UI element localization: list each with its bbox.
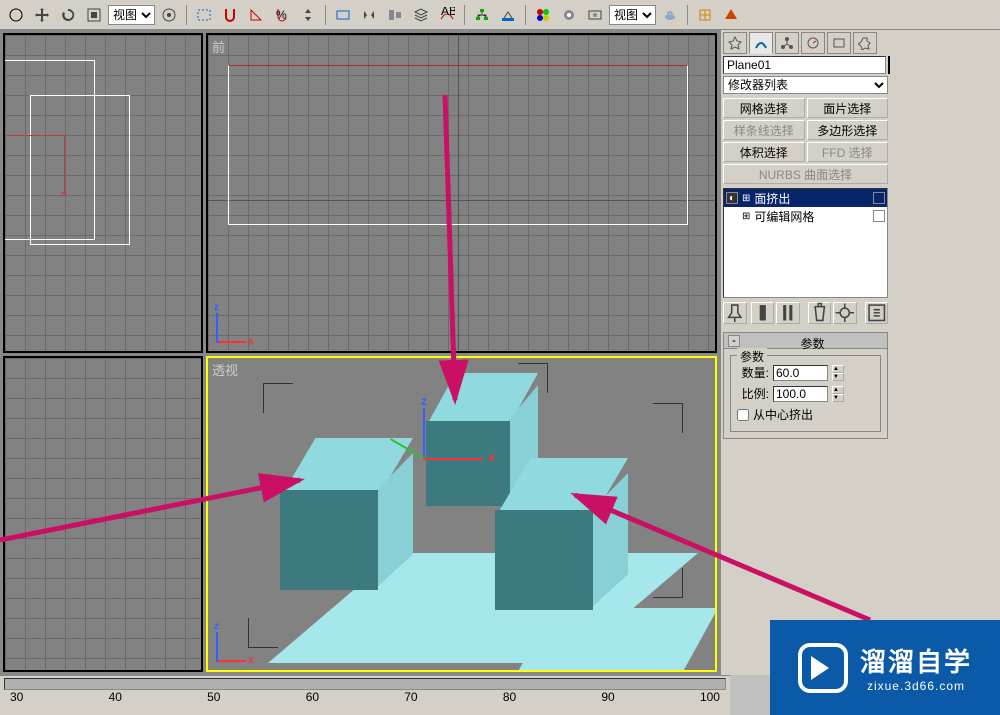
viewport-front[interactable]: 前 x z [206, 33, 717, 353]
mat-editor-icon[interactable] [531, 3, 555, 27]
tab-modify[interactable] [749, 32, 773, 54]
snap-toggle[interactable] [218, 3, 242, 27]
viewport-top-left[interactable] [3, 33, 203, 353]
label-amount: 数量: [737, 364, 769, 381]
play-icon [798, 643, 848, 693]
modifier-stack-item[interactable]: ◐ ⊞ 面挤出 [724, 189, 887, 207]
perspective-scene [208, 358, 715, 670]
time-tool[interactable] [496, 3, 520, 27]
spinner-amount[interactable]: ▲▼ [832, 365, 844, 381]
tab-utilities[interactable] [853, 32, 877, 54]
command-tabs [723, 32, 888, 54]
layers-tool[interactable] [409, 3, 433, 27]
viewport-persp-label: 透视 [212, 360, 238, 379]
tab-create[interactable] [723, 32, 747, 54]
btn-ffd-select: FFD 选择 [807, 142, 889, 162]
configure-icon[interactable] [833, 302, 857, 324]
ruler-tick: 80 [503, 690, 516, 704]
input-amount[interactable] [773, 365, 828, 381]
main-toolbar: 视图 % ABC 视图 [0, 0, 1000, 30]
move-tool[interactable] [30, 3, 54, 27]
object-name-field[interactable] [723, 56, 886, 74]
schematic-icon[interactable] [470, 3, 494, 27]
svg-text:ABC: ABC [441, 7, 455, 18]
ref-coord-dropdown[interactable]: 视图 [108, 5, 155, 25]
show-result-icon[interactable] [751, 302, 775, 324]
btn-vol-select[interactable]: 体积选择 [723, 142, 805, 162]
rollout-params-header[interactable]: 参数 [724, 333, 887, 349]
spinner-snap[interactable] [296, 3, 320, 27]
render-frame-icon[interactable] [583, 3, 607, 27]
btn-nurbs-select: NURBS 曲面选择 [723, 164, 888, 184]
utility1-icon[interactable] [693, 3, 717, 27]
checkbox-center-extrude[interactable]: 从中心挤出 [737, 406, 874, 423]
ruler-tick: 60 [306, 690, 319, 704]
quick-render-icon[interactable] [658, 3, 682, 27]
angle-snap[interactable] [244, 3, 268, 27]
tab-display[interactable] [827, 32, 851, 54]
stack-options-icon[interactable] [865, 302, 889, 324]
viewport-perspective[interactable]: 透视 [206, 356, 717, 672]
curve-editor-icon[interactable]: ABC [435, 3, 459, 27]
slider-strip [890, 30, 1000, 675]
make-unique-icon[interactable] [776, 302, 800, 324]
btn-mesh-select[interactable]: 网格选择 [723, 98, 805, 118]
btn-patch-select[interactable]: 面片选择 [807, 98, 889, 118]
render-type-dropdown[interactable]: 视图 [609, 5, 656, 25]
spinner-scale[interactable]: ▲▼ [832, 386, 844, 402]
viewport-bottom-left[interactable] [3, 356, 203, 672]
ruler-tick: 90 [601, 690, 614, 704]
command-panel: 修改器列表 网格选择 面片选择 样条线选择 多边形选择 体积选择 FFD 选择 … [720, 30, 890, 675]
time-ruler[interactable]: 30 40 50 60 70 80 90 100 [0, 675, 730, 715]
modifier-stack[interactable]: ◐ ⊞ 面挤出 ⊞ 可编辑网格 [723, 188, 888, 298]
remove-mod-icon[interactable] [808, 302, 832, 324]
ruler-tick: 40 [109, 690, 122, 704]
ruler-tick: 100 [700, 690, 720, 704]
select-tool[interactable] [4, 3, 28, 27]
viewports-grid: 前 x z 透视 [0, 30, 720, 675]
modifier-list-dropdown[interactable]: 修改器列表 [723, 76, 888, 94]
utility2-icon[interactable] [719, 3, 743, 27]
btn-spline-select: 样条线选择 [723, 120, 805, 140]
tab-hierarchy[interactable] [775, 32, 799, 54]
rollout-params: 参数 参数 数量: ▲▼ 比例: ▲▼ [723, 332, 888, 439]
mirror-tool[interactable] [357, 3, 381, 27]
btn-poly-select[interactable]: 多边形选择 [807, 120, 889, 140]
viewport-front-label: 前 [212, 37, 225, 56]
tab-motion[interactable] [801, 32, 825, 54]
ruler-tick: 30 [10, 690, 23, 704]
percent-snap[interactable]: % [270, 3, 294, 27]
watermark: 溜溜自学 zixue.3d66.com [770, 620, 1000, 715]
select-region-tool[interactable] [192, 3, 216, 27]
align-tool[interactable] [383, 3, 407, 27]
pivot-tool[interactable] [157, 3, 181, 27]
ruler-tick: 70 [404, 690, 417, 704]
label-scale: 比例: [737, 385, 769, 402]
pin-stack-icon[interactable] [723, 302, 747, 324]
modifier-stack-item[interactable]: ⊞ 可编辑网格 [724, 207, 887, 225]
ruler-tick: 50 [207, 690, 220, 704]
scale-tool[interactable] [82, 3, 106, 27]
input-scale[interactable] [773, 386, 828, 402]
named-sel-icon[interactable] [331, 3, 355, 27]
rotate-tool[interactable] [56, 3, 80, 27]
render-setup-icon[interactable] [557, 3, 581, 27]
